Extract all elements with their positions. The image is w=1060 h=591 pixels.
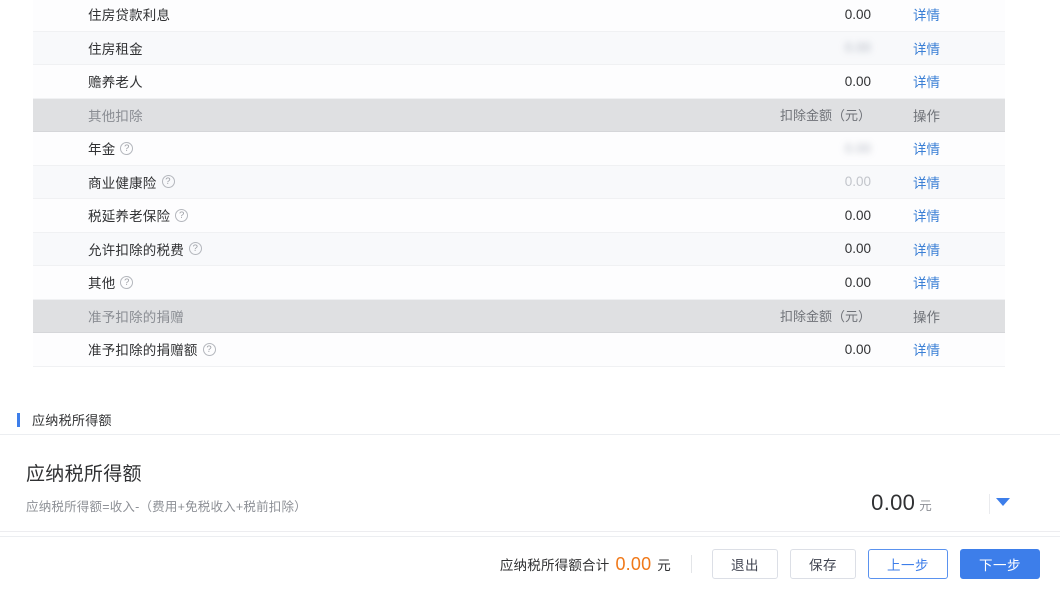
row-label: 税延养老保险? [33,205,553,225]
row-label: 商业健康险? [33,172,553,192]
row-detail-link[interactable]: 详情 [913,4,1005,24]
table-row: 准予扣除的捐赠额? 0.00 详情 [33,333,1005,367]
footer-separator [691,555,692,573]
previous-step-button[interactable]: 上一步 [868,549,948,579]
column-header-amount: 扣除金额（元） [779,309,871,325]
table-row: 其他? 0.00 详情 [33,266,1005,300]
row-label-text: 住房贷款利息 [88,8,171,24]
table-row: 住房贷款利息 0.00 详情 [33,0,1005,32]
row-amount: 0.00 [844,6,871,22]
row-label: 住房贷款利息 [33,4,553,24]
row-detail-link[interactable]: 详情 [913,205,1005,225]
row-detail-link[interactable]: 详情 [913,138,1005,158]
column-header-action: 操作 [913,108,940,124]
table-row: 赡养老人 0.00 详情 [33,65,1005,99]
row-amount: 0.00 [844,40,871,56]
footer-total-unit: 元 [657,557,671,573]
row-label: 准予扣除的捐赠额? [33,339,553,359]
card-title: 应纳税所得额 [26,464,142,485]
card-amount: 0.00 元 [871,490,932,516]
row-label: 住房租金 [33,38,553,58]
table-row: 税延养老保险? 0.00 详情 [33,199,1005,233]
row-label-text: 准予扣除的捐赠 [88,309,184,325]
section-header-taxable-income: 应纳税所得额 [0,405,1060,435]
row-label-text: 税延养老保险 [88,209,171,225]
row-detail-link[interactable]: 详情 [913,71,1005,91]
card-amount-value: 0.00 [871,490,916,515]
row-amount: 0.00 [844,73,871,89]
row-label-text: 准予扣除的捐赠额 [88,343,198,359]
help-question-icon[interactable]: ? [120,141,134,155]
column-header-amount: 扣除金额（元） [779,108,871,124]
row-detail-link[interactable]: 详情 [913,272,1005,292]
save-button[interactable]: 保存 [790,549,856,579]
row-amount: 0.00 [844,274,871,290]
row-amount: 0.00 [844,174,871,190]
row-label-text: 年金 [88,142,116,158]
deduction-table: 住房贷款利息 0.00 详情 住房租金 0.00 详情 赡养老人 0.00 详情 其他扣除 扣除金额… [33,0,1005,367]
page-root: 住房贷款利息 0.00 详情 住房租金 0.00 详情 赡养老人 0.00 详情 其他扣除 扣除金额… [0,0,1060,591]
row-label: 年金? [33,138,553,158]
footer-total-value: 0.00 [615,553,652,574]
help-question-icon[interactable]: ? [202,342,216,356]
row-detail-link[interactable]: 详情 [913,172,1005,192]
chevron-down-icon[interactable] [996,498,1010,506]
row-detail-link[interactable]: 详情 [913,239,1005,259]
row-detail-link[interactable]: 详情 [913,38,1005,58]
column-header-action: 操作 [913,309,940,325]
table-row: 商业健康险? 0.00 详情 [33,165,1005,199]
table-group-row: 其他扣除 扣除金额（元） 操作 [33,98,1005,132]
table-group-row: 准予扣除的捐赠 扣除金额（元） 操作 [33,299,1005,333]
row-label-text: 商业健康险 [88,175,157,191]
card-formula: 应纳税所得额=收入-（费用+免税收入+税前扣除） [26,500,307,514]
help-question-icon[interactable]: ? [175,208,189,222]
row-label: 其他? [33,272,553,292]
card-amount-unit: 元 [919,499,932,513]
row-label-text: 赡养老人 [88,75,143,91]
table-row: 允许扣除的税费? 0.00 详情 [33,232,1005,266]
exit-button[interactable]: 退出 [712,549,778,579]
row-amount: 0.00 [844,140,871,156]
help-question-icon[interactable]: ? [161,175,175,189]
row-label: 允许扣除的税费? [33,239,553,259]
help-question-icon[interactable]: ? [188,242,202,256]
row-detail-link[interactable]: 详情 [913,339,1005,359]
row-label-text: 其他 [88,276,116,292]
row-amount: 0.00 [844,341,871,357]
section-header-title: 应纳税所得额 [32,413,112,428]
table-row: 年金? 0.00 详情 [33,132,1005,166]
footer-action-bar: 应纳税所得额合计 0.00 元 退出 保存 上一步 下一步 [0,536,1060,591]
row-label: 其他扣除 [33,105,553,125]
help-question-icon[interactable]: ? [120,275,134,289]
row-label: 赡养老人 [33,71,553,91]
footer-total: 应纳税所得额合计 0.00 元 [500,554,671,575]
footer-total-label: 应纳税所得额合计 [499,557,610,573]
row-label-text: 住房租金 [88,41,143,57]
row-label: 准予扣除的捐赠 [33,306,553,326]
section-accent-bar [17,412,20,427]
table-row: 住房租金 0.00 详情 [33,31,1005,65]
next-step-button[interactable]: 下一步 [960,549,1040,579]
row-label-text: 其他扣除 [88,108,143,124]
row-amount: 0.00 [844,241,871,257]
taxable-income-card: 应纳税所得额 应纳税所得额=收入-（费用+免税收入+税前扣除） 0.00 元 [0,436,1060,532]
row-label-text: 允许扣除的税费 [88,242,184,258]
card-divider [989,494,990,514]
row-amount: 0.00 [844,207,871,223]
